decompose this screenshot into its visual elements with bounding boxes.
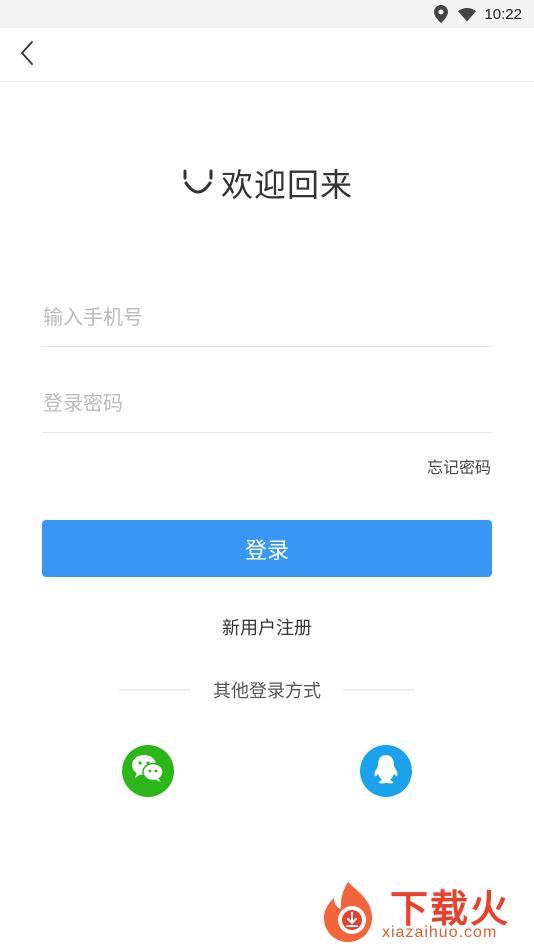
smile-icon [181,163,215,203]
phone-field-container [42,287,492,347]
password-input[interactable] [42,373,492,432]
wifi-icon [458,5,477,23]
qq-login-button[interactable] [360,745,412,797]
location-icon [432,5,450,23]
login-button[interactable]: 登录 [42,520,492,577]
other-login-divider: 其他登录方式 [0,678,534,702]
forgot-password-link[interactable]: 忘记密码 [427,454,491,478]
back-button[interactable] [10,38,44,72]
page-title: 欢迎回来 [220,166,353,204]
wechat-icon [131,754,165,788]
watermark: 下载火 xiazaihuo.com [314,878,530,946]
phone-input[interactable] [42,287,492,346]
password-field-container [42,373,492,433]
divider-left [119,689,191,691]
nav-bar [0,28,534,82]
qq-icon [372,753,400,789]
status-time: 10:22 [484,5,522,23]
divider-right [343,689,415,691]
wechat-login-button[interactable] [122,745,174,797]
watermark-url: xiazaihuo.com [382,924,498,941]
status-bar: 10:22 [0,0,534,28]
other-login-label: 其他登录方式 [213,681,321,702]
chevron-left-icon [20,41,34,69]
register-link[interactable]: 新用户注册 [0,614,534,640]
flame-logo-icon [314,878,382,949]
welcome-header: 欢迎回来 [0,158,534,208]
